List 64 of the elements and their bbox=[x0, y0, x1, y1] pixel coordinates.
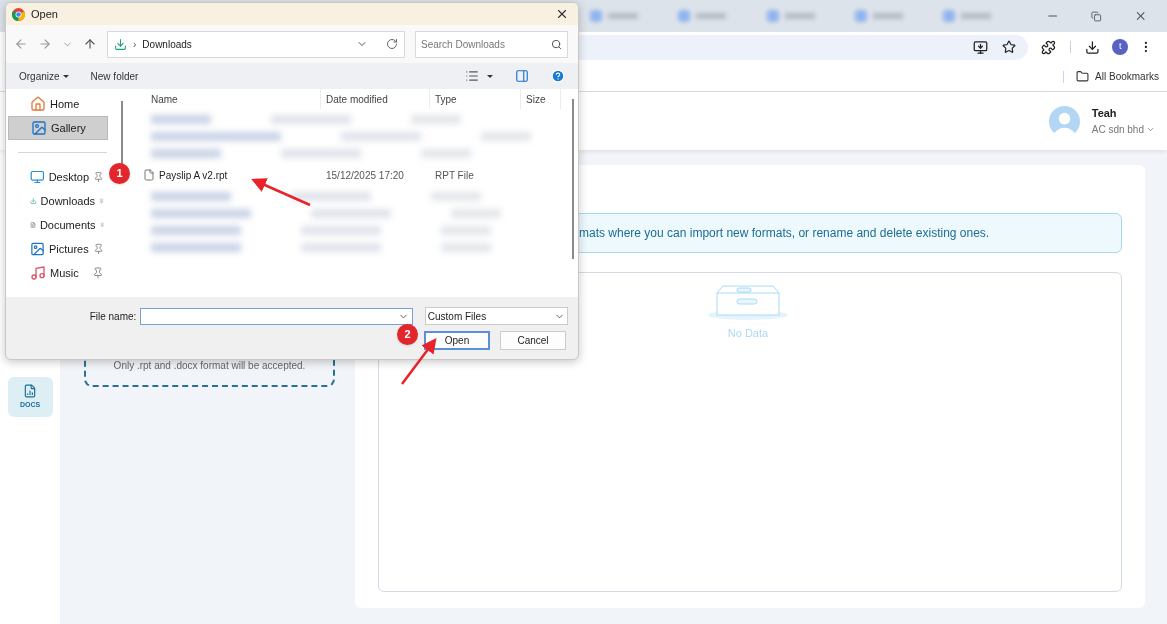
download-icon bbox=[114, 37, 127, 51]
report-file-icon bbox=[23, 383, 37, 398]
forward-icon[interactable] bbox=[38, 37, 52, 51]
file-type-select[interactable]: Custom Files bbox=[424, 307, 568, 325]
preview-pane-icon[interactable] bbox=[515, 69, 529, 83]
column-header[interactable]: Type bbox=[430, 89, 521, 109]
address-bar[interactable]: › Downloads bbox=[107, 30, 405, 58]
scrollbar[interactable] bbox=[572, 99, 574, 259]
nav-item[interactable]: Desktop bbox=[8, 165, 108, 189]
upload-hint: Only .rpt and .docx format will be accepted. bbox=[113, 359, 306, 373]
file-type: RPT File bbox=[434, 168, 474, 183]
restore-icon[interactable] bbox=[1091, 10, 1102, 22]
file-icon bbox=[143, 169, 155, 181]
empty-box-icon bbox=[706, 285, 790, 321]
dialog-button[interactable]: Open bbox=[424, 331, 490, 350]
nav-item[interactable]: Documents bbox=[8, 213, 108, 237]
back-icon[interactable] bbox=[14, 37, 28, 51]
dialog-button[interactable]: Cancel bbox=[500, 331, 566, 350]
search-input[interactable]: Search Downloads bbox=[421, 36, 551, 52]
dialog-title: Open bbox=[31, 6, 59, 22]
location-text: Downloads bbox=[142, 37, 193, 52]
up-icon[interactable] bbox=[83, 37, 97, 51]
folder-icon bbox=[1076, 70, 1090, 83]
download-icon[interactable] bbox=[1084, 39, 1100, 55]
image-icon bbox=[30, 241, 45, 257]
info-text: mats where you can import new formats, or rename and delete existing ones. bbox=[579, 225, 990, 242]
toolbar-button[interactable]: Organize bbox=[19, 68, 69, 84]
bookmark-item[interactable]: All Bookmarks bbox=[1076, 69, 1159, 84]
nav-item[interactable]: Home bbox=[8, 92, 108, 116]
monitor-icon bbox=[30, 169, 45, 185]
file-date: 15/12/2025 17:20 bbox=[325, 168, 405, 183]
file-name-label: File name: bbox=[88, 309, 137, 324]
help-icon[interactable] bbox=[551, 69, 565, 83]
empty-state-text: No Data bbox=[727, 326, 769, 341]
install-app-icon[interactable] bbox=[972, 39, 988, 55]
nav-item[interactable]: Downloads bbox=[8, 189, 108, 213]
profile-avatar[interactable]: t bbox=[1112, 39, 1129, 55]
annotation-arrow bbox=[251, 178, 311, 207]
search-icon bbox=[551, 38, 562, 50]
image-icon bbox=[31, 120, 47, 136]
nav-item[interactable]: Gallery bbox=[8, 116, 108, 140]
dropdown-caret-icon[interactable] bbox=[487, 74, 493, 78]
toolbar-button[interactable]: New folder bbox=[90, 68, 139, 84]
refresh-icon[interactable] bbox=[386, 38, 398, 50]
close-icon[interactable] bbox=[555, 7, 569, 21]
file-name-field[interactable] bbox=[140, 307, 413, 325]
company-switcher[interactable]: AC sdn bhd bbox=[1091, 121, 1155, 137]
file-row[interactable]: Payslip A v2.rpt 15/12/2025 17:20 RPT File bbox=[131, 164, 578, 186]
nav-item[interactable]: Music bbox=[8, 261, 108, 285]
bookmark-star-icon[interactable] bbox=[1001, 40, 1016, 54]
column-header[interactable]: Name bbox=[131, 89, 321, 109]
column-header[interactable]: Date modified bbox=[321, 89, 430, 109]
view-options-icon[interactable] bbox=[465, 69, 479, 83]
browser-logo-icon bbox=[12, 7, 25, 21]
nav-item[interactable]: Pictures bbox=[8, 237, 108, 261]
extensions-icon[interactable] bbox=[1040, 39, 1056, 55]
breadcrumb-separator: › bbox=[133, 37, 137, 52]
search-field[interactable]: Search Downloads bbox=[415, 30, 568, 58]
music-icon bbox=[30, 265, 46, 281]
file-name: Payslip A v2.rpt bbox=[159, 168, 228, 183]
home-icon bbox=[30, 96, 46, 112]
annotation-arrow bbox=[401, 338, 437, 385]
user-name: Teah bbox=[1091, 106, 1118, 122]
column-header[interactable]: Size bbox=[521, 89, 561, 109]
